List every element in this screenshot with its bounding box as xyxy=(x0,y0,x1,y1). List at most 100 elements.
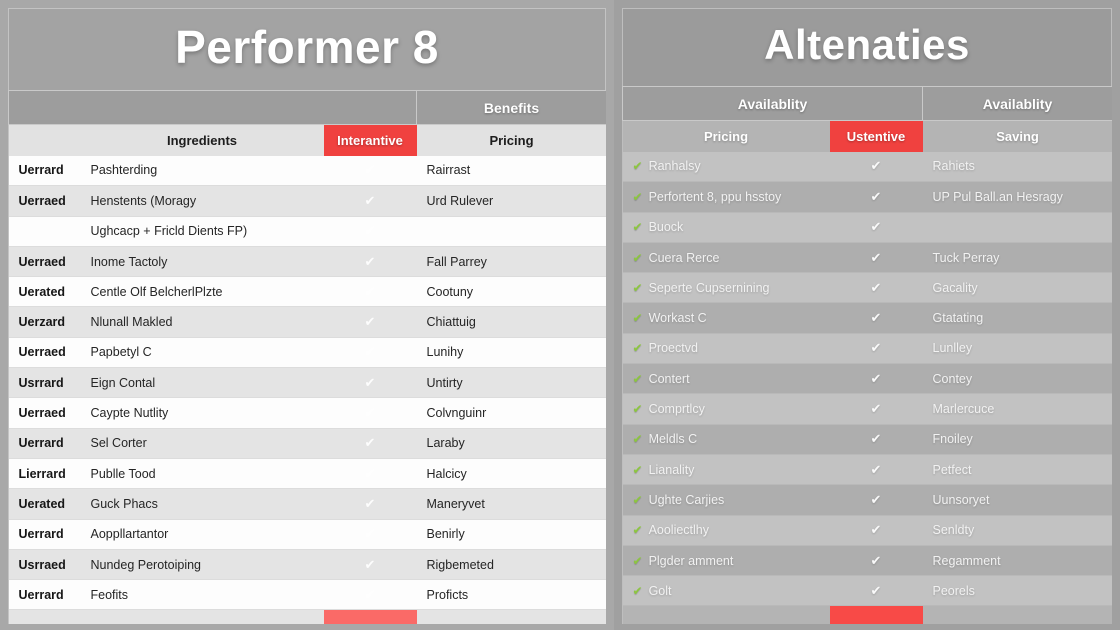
green-check-icon: ✔ xyxy=(632,432,643,447)
check-icon: ✔ xyxy=(364,586,376,602)
check-cell[interactable]: ✔ xyxy=(829,484,923,516)
green-check-icon: ✔ xyxy=(632,553,643,568)
cell-text: Lunlley xyxy=(932,341,973,356)
check-cell[interactable]: ✔ xyxy=(829,181,923,213)
check-cell[interactable]: ✔ xyxy=(323,428,417,459)
left-column-header-pricing[interactable]: Pricing xyxy=(416,124,606,156)
check-cell[interactable]: ✔ xyxy=(829,575,923,607)
cell-text: Uerraed xyxy=(18,193,66,208)
check-cell[interactable]: ✔ xyxy=(829,515,923,546)
cell-saving: Rahiets xyxy=(922,151,1112,183)
cell-text: Rahiets xyxy=(932,159,975,174)
cell-text: Tuck Perray xyxy=(932,250,1000,265)
check-icon: ✔ xyxy=(364,495,376,511)
cell-pricing: Halcicy xyxy=(416,458,606,490)
left-comparison-panel: Performer 8 Benefits Ingredients Interant… xyxy=(0,0,614,630)
cell-pricing: ✔ Lianality xyxy=(622,454,830,486)
cell-pricing: ✔ Ughte Carjies xyxy=(622,484,830,516)
cell-pricing xyxy=(416,216,606,247)
table-row: ✔ Golt ✔ Peorels xyxy=(622,575,1112,607)
table-row: Uerraed Henstents (Moragy ✔ Urd Rulever xyxy=(8,185,606,217)
left-table-head: Benefits Ingredients Interantive Pricing xyxy=(8,90,606,156)
check-icon: ✔ xyxy=(870,370,882,386)
check-cell[interactable]: ✔ xyxy=(323,185,417,217)
check-cell[interactable]: ✔ xyxy=(323,579,417,611)
right-panel-title: Altenaties xyxy=(764,21,970,68)
right-column-header-check[interactable]: Ustentive xyxy=(829,120,923,152)
check-cell[interactable]: ✔ xyxy=(829,212,923,243)
check-icon: ✔ xyxy=(870,219,882,235)
cell-tag: Uerated xyxy=(8,488,81,520)
cell-pricing: Untirty xyxy=(416,367,606,399)
cell-saving: Petfect xyxy=(922,454,1112,486)
check-cell[interactable]: ✔ xyxy=(323,276,417,308)
check-cell[interactable]: ✔ xyxy=(829,393,923,425)
table-row: Uerrard Feofits ✔ Proficts xyxy=(8,579,606,611)
cell-text: Senldty xyxy=(932,523,975,538)
check-cell[interactable]: ✔ xyxy=(323,458,417,490)
check-cell[interactable]: ✔ xyxy=(829,151,923,183)
green-check-icon: ✔ xyxy=(632,462,643,477)
check-cell[interactable]: ✔ xyxy=(323,306,417,338)
check-cell[interactable]: ✔ xyxy=(323,397,417,429)
cell-tag: Uerraed xyxy=(8,337,81,369)
check-cell[interactable]: ✔ xyxy=(323,155,417,187)
cell-text: Sel Corter xyxy=(90,436,147,451)
check-icon: ✔ xyxy=(870,310,882,326)
cell-text: Ughcacp + Fricld Dients FP) xyxy=(90,224,248,239)
left-column-header-ingredient[interactable]: Ingredients xyxy=(80,124,324,156)
cell-ingredient: Feofits xyxy=(80,579,324,611)
cell-tag: Usrraed xyxy=(8,549,81,581)
left-table-body: Uerrard Pashterding ✔ Rairrast Uerraed Henste… xyxy=(8,155,606,624)
table-row: Uerated Centle Olf BelcherlPlzte ✔ Cootuny xyxy=(8,276,606,308)
cell-text: Ughte Carjies xyxy=(648,492,725,507)
cell-text: Proectvd xyxy=(648,341,698,356)
check-cell[interactable]: ✔ xyxy=(323,216,417,247)
table-row: Uerrard Aoppllartantor ✔ Benirly xyxy=(8,519,606,550)
check-icon: ✔ xyxy=(870,158,882,174)
cell-pricing: Chiattuig xyxy=(416,306,606,338)
check-cell[interactable]: ✔ xyxy=(323,488,417,520)
cell-text: Benirly xyxy=(426,527,465,542)
right-panel-inner: Altenaties Availablity Availablity Pricin… xyxy=(622,8,1112,624)
footer-strip-cell xyxy=(8,609,81,624)
cell-pricing: Rigbemeted xyxy=(416,549,606,581)
check-cell[interactable]: ✔ xyxy=(829,454,923,486)
cell-text: Ranhalsy xyxy=(648,159,701,174)
right-column-header-pricing[interactable]: Pricing xyxy=(622,120,830,152)
check-icon: ✔ xyxy=(870,461,882,477)
cell-text: Eign Contal xyxy=(90,375,156,390)
cell-text: Perfortent 8, ppu hsstoy xyxy=(648,189,782,204)
cell-ingredient: Henstents (Moragy xyxy=(80,185,324,217)
check-cell[interactable]: ✔ xyxy=(323,549,417,581)
cell-pricing: Fall Parrey xyxy=(416,246,606,278)
check-cell[interactable]: ✔ xyxy=(829,272,923,304)
cell-tag: Uerraed xyxy=(8,246,81,278)
cell-tag: Uerrard xyxy=(8,519,81,550)
check-cell[interactable]: ✔ xyxy=(829,242,923,274)
cell-pricing: ✔ Aooliectlhy xyxy=(622,515,830,546)
check-cell[interactable]: ✔ xyxy=(829,424,923,455)
cell-text: Lierrard xyxy=(18,466,66,481)
left-column-header-check[interactable]: Interantive xyxy=(323,124,417,156)
table-row: Uerraed Papbetyl C ✔ Lunihy xyxy=(8,337,606,369)
cell-saving: Marlercuce xyxy=(922,393,1112,425)
check-cell[interactable]: ✔ xyxy=(323,246,417,278)
check-cell[interactable]: ✔ xyxy=(829,333,923,365)
left-column-header-tag[interactable] xyxy=(8,124,81,156)
table-row: Uerrard Sel Corter ✔ Laraby xyxy=(8,428,606,459)
cell-ingredient: Caypte Nutlity xyxy=(80,397,324,429)
left-comparison-table: Benefits Ingredients Interantive Pricing U… xyxy=(8,90,606,624)
check-cell[interactable]: ✔ xyxy=(829,363,923,395)
check-cell[interactable]: ✔ xyxy=(829,545,923,577)
check-cell[interactable]: ✔ xyxy=(323,519,417,550)
cell-text: Uerrard xyxy=(18,163,64,178)
check-cell[interactable]: ✔ xyxy=(323,337,417,369)
right-column-header-row: Pricing Ustentive Saving xyxy=(622,120,1112,152)
check-cell[interactable]: ✔ xyxy=(829,302,923,334)
check-cell[interactable]: ✔ xyxy=(323,367,417,399)
right-column-header-saving[interactable]: Saving xyxy=(922,120,1112,152)
table-row: ✔ Cuera Rerce ✔ Tuck Perray xyxy=(622,242,1112,274)
green-check-icon: ✔ xyxy=(632,583,643,598)
green-check-icon: ✔ xyxy=(632,159,643,174)
